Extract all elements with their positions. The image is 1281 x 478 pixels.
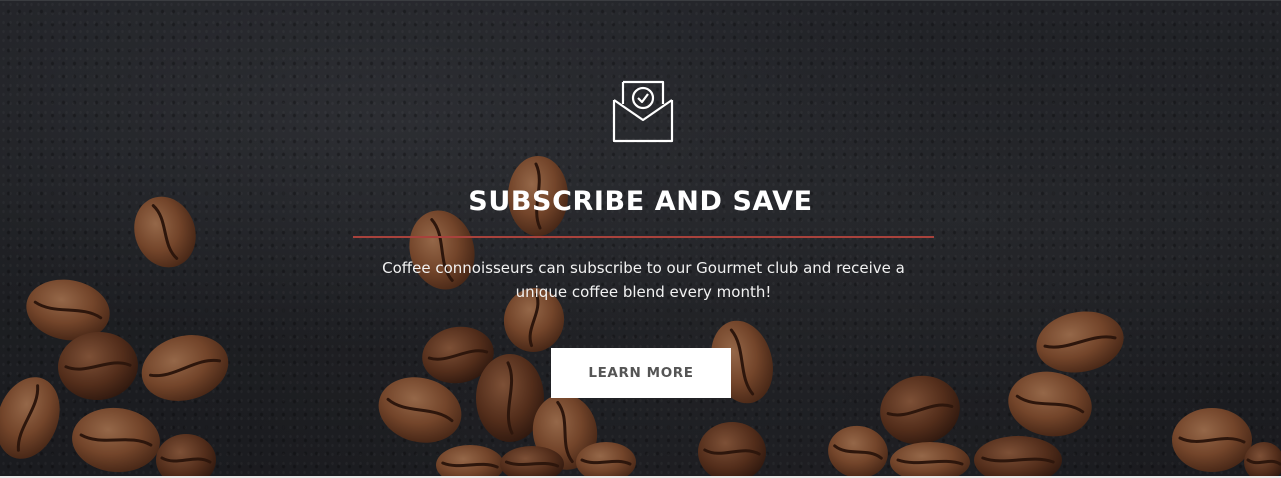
- title-divider: [353, 236, 934, 238]
- top-edge: [0, 0, 1281, 1]
- banner-title: SUBSCRIBE AND SAVE: [468, 186, 813, 217]
- banner-content: SUBSCRIBE AND SAVE Coffee connoisseurs c…: [0, 0, 1281, 478]
- banner-description: Coffee connoisseurs can subscribe to our…: [382, 259, 905, 301]
- subscribe-banner: SUBSCRIBE AND SAVE Coffee connoisseurs c…: [0, 0, 1281, 478]
- envelope-check-icon: [611, 78, 675, 144]
- learn-more-button[interactable]: LEARN MORE: [551, 348, 731, 398]
